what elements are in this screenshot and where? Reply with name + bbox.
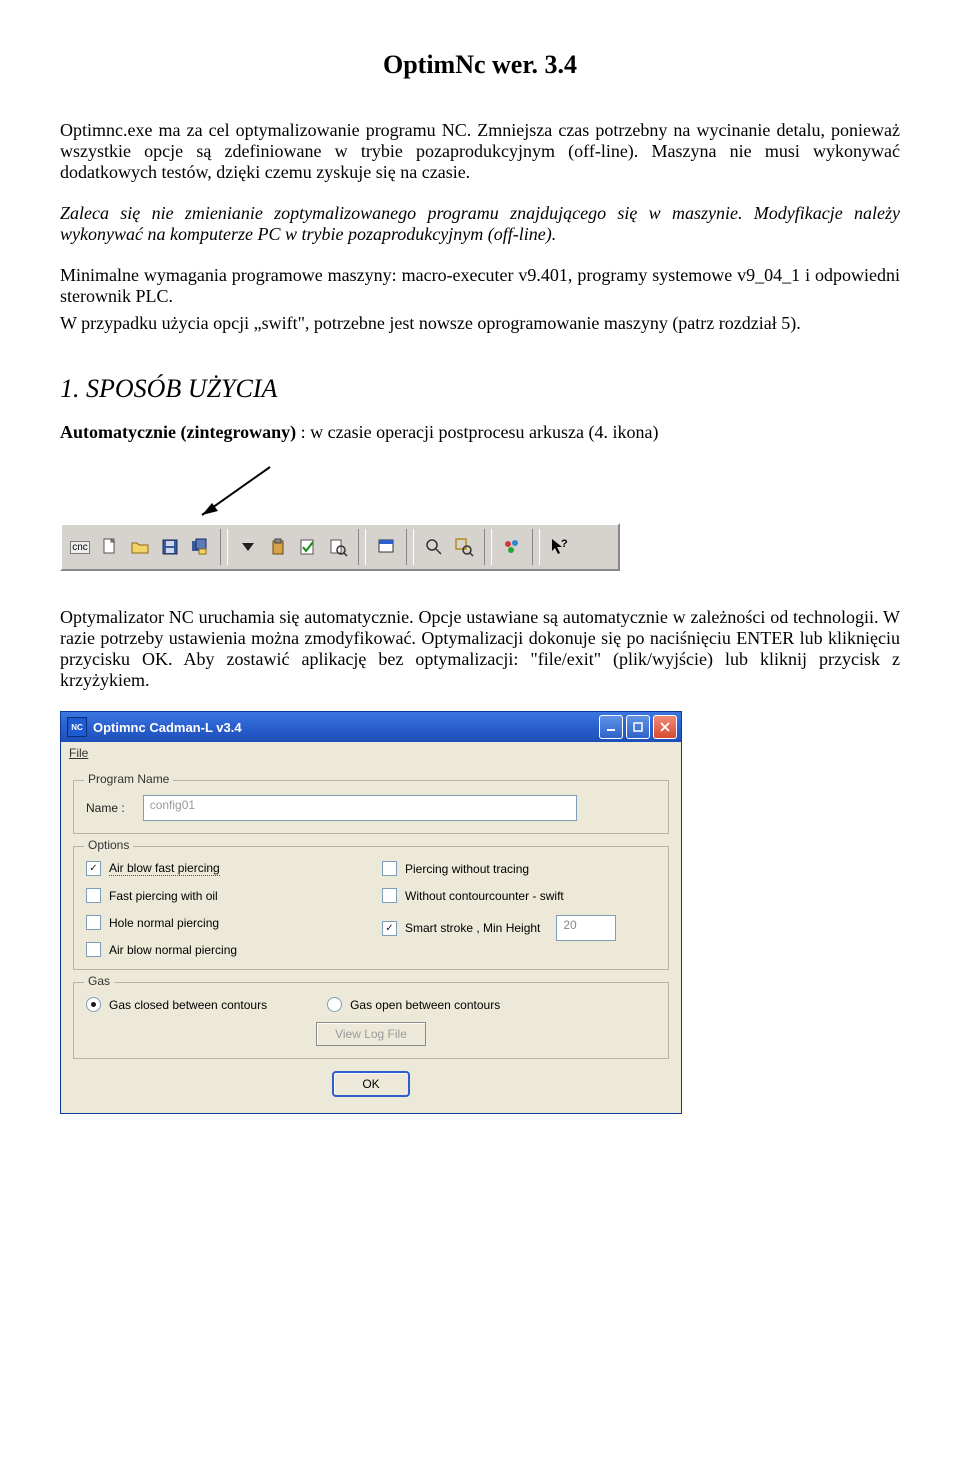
minimize-icon[interactable]	[599, 715, 623, 739]
new-file-icon[interactable]	[96, 533, 124, 561]
radio-icon	[327, 997, 342, 1012]
sheet-search-icon[interactable]	[324, 533, 352, 561]
checkbox-icon	[382, 861, 397, 876]
save-diskette-icon[interactable]	[156, 533, 184, 561]
auto-line: Automatycznie (zintegrowany) : w czasie …	[60, 422, 900, 443]
window-title: Optimnc Cadman-L v3.4	[93, 720, 596, 735]
toolbar-separator	[406, 529, 414, 565]
checkbox-label: Hole normal piercing	[109, 916, 219, 930]
radio-icon	[86, 997, 101, 1012]
checkbox-icon	[86, 888, 101, 903]
paragraph-optimizer: Optymalizator NC uruchamia się automatyc…	[60, 607, 900, 691]
checkbox-label: Air blow fast piercing	[109, 861, 220, 876]
paragraph-requirements: Minimalne wymagania programowe maszyny: …	[60, 265, 900, 307]
window-icon[interactable]	[372, 533, 400, 561]
paragraph-swift: W przypadku użycia opcji „swift", potrze…	[60, 313, 900, 334]
menu-file[interactable]: File	[69, 746, 88, 760]
auto-line-rest: : w czasie operacji postprocesu arkusza …	[296, 422, 658, 442]
zoom-area-icon[interactable]	[450, 533, 478, 561]
pointer-arrow-icon	[190, 463, 310, 523]
help-pointer-icon[interactable]: ?	[546, 533, 574, 561]
svg-text:?: ?	[561, 538, 568, 550]
radio-label: Gas closed between contours	[109, 998, 267, 1012]
group-legend: Program Name	[84, 772, 173, 786]
color-dots-icon[interactable]	[498, 533, 526, 561]
checkbox-label: Without contourcounter - swift	[405, 889, 564, 903]
radio-gas-closed[interactable]: Gas closed between contours	[86, 997, 267, 1012]
checkbox-icon	[86, 915, 101, 930]
checkbox-without-contourcounter[interactable]: Without contourcounter - swift	[382, 888, 656, 903]
toolbar: cnc ?	[60, 523, 620, 571]
clipboard-icon[interactable]	[264, 533, 292, 561]
paragraph-recommendation: Zaleca się nie zmienianie zoptymalizowan…	[60, 203, 900, 245]
toolbar-separator	[220, 529, 228, 565]
page-title: OptimNc wer. 3.4	[60, 50, 900, 80]
checkbox-icon	[86, 942, 101, 957]
checkbox-label: Fast piercing with oil	[109, 889, 218, 903]
min-height-field[interactable]: 20	[556, 915, 616, 941]
name-field[interactable]: config01	[143, 795, 577, 821]
group-legend: Gas	[84, 974, 114, 988]
checkbox-air-blow-normal[interactable]: Air blow normal piercing	[86, 942, 360, 957]
section-heading: 1. SPOSÓB UŻYCIA	[60, 374, 900, 404]
view-log-button[interactable]: View Log File	[316, 1022, 426, 1046]
open-folder-icon[interactable]	[126, 533, 154, 561]
radio-gas-open[interactable]: Gas open between contours	[327, 997, 500, 1012]
toolbar-separator	[532, 529, 540, 565]
dropdown-arrow-icon[interactable]	[234, 533, 262, 561]
radio-label: Gas open between contours	[350, 998, 500, 1012]
checkbox-icon: ✓	[86, 861, 101, 876]
ok-button[interactable]: OK	[332, 1071, 409, 1097]
titlebar[interactable]: NC Optimnc Cadman-L v3.4	[61, 712, 681, 742]
checkbox-piercing-without-tracing[interactable]: Piercing without tracing	[382, 861, 656, 876]
checkbox-smart-stroke[interactable]: ✓ Smart stroke , Min Height 20	[382, 915, 656, 941]
paragraph-intro: Optimnc.exe ma za cel optymalizowanie pr…	[60, 120, 900, 183]
cnc-icon[interactable]: cnc	[66, 533, 94, 561]
zoom-in-icon[interactable]	[420, 533, 448, 561]
group-options: Options ✓ Air blow fast piercing Fast pi…	[73, 846, 669, 970]
toolbar-separator	[484, 529, 492, 565]
menubar: File	[61, 742, 681, 764]
checkbox-air-blow-fast[interactable]: ✓ Air blow fast piercing	[86, 861, 360, 876]
name-label: Name :	[86, 801, 125, 815]
checkbox-label: Smart stroke , Min Height	[405, 921, 540, 935]
group-gas: Gas Gas closed between contours Gas open…	[73, 982, 669, 1059]
checkbox-label: Piercing without tracing	[405, 862, 529, 876]
checkbox-label: Air blow normal piercing	[109, 943, 237, 957]
auto-line-bold: Automatycznie (zintegrowany)	[60, 422, 296, 442]
optimnc-window: NC Optimnc Cadman-L v3.4 File Program Na…	[60, 711, 682, 1114]
maximize-icon[interactable]	[626, 715, 650, 739]
app-icon: NC	[67, 717, 87, 737]
checkbox-icon	[382, 888, 397, 903]
checkbox-hole-normal[interactable]: Hole normal piercing	[86, 915, 360, 930]
checkbox-icon: ✓	[382, 921, 397, 936]
sheet-check-icon[interactable]	[294, 533, 322, 561]
multi-save-icon[interactable]	[186, 533, 214, 561]
toolbar-screenshot: cnc ?	[60, 463, 900, 571]
group-program-name: Program Name Name : config01	[73, 780, 669, 834]
close-icon[interactable]	[653, 715, 677, 739]
toolbar-separator	[358, 529, 366, 565]
group-legend: Options	[84, 838, 133, 852]
checkbox-fast-piercing-oil[interactable]: Fast piercing with oil	[86, 888, 360, 903]
